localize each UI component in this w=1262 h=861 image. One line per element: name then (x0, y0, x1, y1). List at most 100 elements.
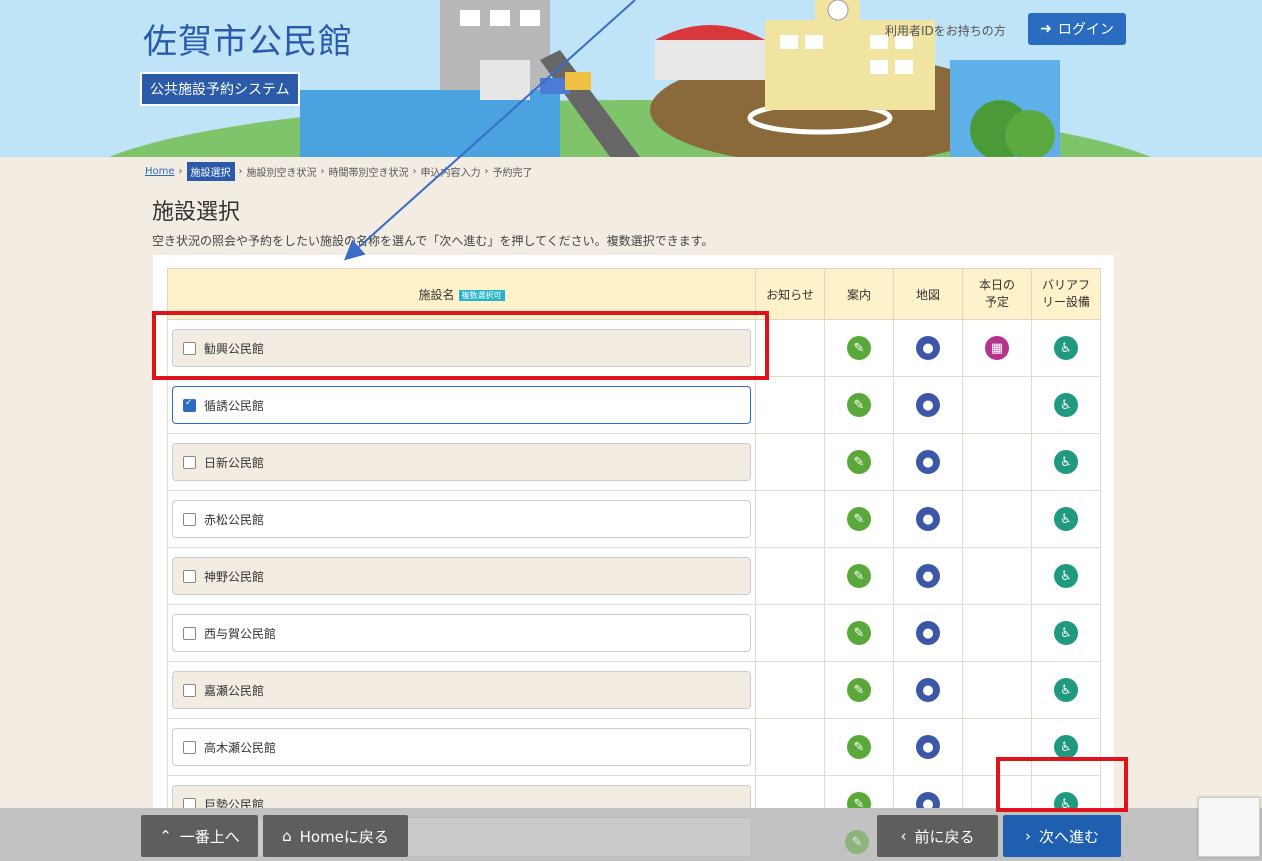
annotation-highlight-barrier-free (996, 757, 1128, 812)
table-row: 西与賀公民館 ✎ ● ♿ (167, 604, 1101, 662)
breadcrumb-step: 時間帯別空き状況 (328, 168, 409, 179)
scroll-top-label: 一番上へ (179, 827, 240, 846)
login-button[interactable]: ➜ ログイン (1028, 13, 1126, 45)
notice-cell (755, 490, 825, 548)
header-guide: 案内 (824, 268, 894, 320)
table-row: 赤松公民館 ✎ ● ♿ (167, 490, 1101, 548)
recaptcha-badge (1198, 797, 1260, 857)
table-row: 嘉瀬公民館 ✎ ● ♿ (167, 661, 1101, 719)
facility-checkbox-row[interactable]: 日新公民館 (172, 443, 751, 481)
home-button[interactable]: ⌂ Homeに戻る (263, 815, 408, 857)
today-cell (962, 376, 1032, 434)
wheelchair-icon[interactable]: ♿ (1054, 735, 1078, 759)
notice-cell (755, 547, 825, 605)
guide-edit-icon[interactable]: ✎ (847, 735, 871, 759)
guide-edit-icon[interactable]: ✎ (847, 336, 871, 360)
faded-guide-icon: ✎ (845, 830, 869, 854)
chevron-left-icon: ‹ (900, 827, 907, 845)
home-label: Homeに戻る (299, 827, 389, 846)
today-cell (962, 433, 1032, 491)
breadcrumb-separator: › (412, 166, 417, 177)
facility-checkbox-row[interactable]: 高木瀬公民館 (172, 728, 751, 766)
page-title: 施設選択 (152, 200, 241, 225)
scroll-top-button[interactable]: ⌃ 一番上へ (141, 815, 258, 857)
wheelchair-icon[interactable]: ♿ (1054, 621, 1078, 645)
guide-edit-icon[interactable]: ✎ (847, 621, 871, 645)
notice-cell (755, 433, 825, 491)
notice-cell (755, 376, 825, 434)
checkbox[interactable] (183, 683, 196, 697)
instructions-text: 空き状況の照会や予約をしたい施設の名称を選んで「次へ進む」を押してください。複数… (152, 234, 714, 248)
facility-name: 循誘公民館 (204, 398, 265, 413)
system-name-badge: 公共施設予約システム (140, 72, 300, 106)
breadcrumb: Home › 施設選択 › 施設別空き状況 › 時間帯別空き状況 › 申込内容入… (145, 162, 533, 181)
breadcrumb-step: 予約完了 (492, 168, 533, 179)
notice-cell (755, 604, 825, 662)
wheelchair-icon[interactable]: ♿ (1054, 507, 1078, 531)
breadcrumb-separator: › (178, 166, 183, 177)
header-today-label: 本日の予定 (978, 278, 1015, 309)
multi-select-badge: 複数選択可 (458, 289, 505, 301)
chevron-right-icon: › (1024, 827, 1031, 845)
facility-checkbox-row[interactable]: 西与賀公民館 (172, 614, 751, 652)
table-row: 高木瀬公民館 ✎ ● ♿ (167, 718, 1101, 776)
guide-edit-icon[interactable]: ✎ (847, 450, 871, 474)
header-barrier-free-label: バリアフリー設備 (1041, 278, 1090, 309)
facility-checkbox-row[interactable]: 嘉瀬公民館 (172, 671, 751, 709)
wheelchair-icon[interactable]: ♿ (1054, 336, 1078, 360)
facility-checkbox-row[interactable]: 神野公民館 (172, 557, 751, 595)
back-button[interactable]: ‹ 前に戻る (877, 815, 998, 857)
wheelchair-icon[interactable]: ♿ (1054, 393, 1078, 417)
wheelchair-icon[interactable]: ♿ (1054, 564, 1078, 588)
map-pin-icon[interactable]: ● (916, 678, 940, 702)
checkbox[interactable] (183, 740, 196, 754)
today-cell (962, 661, 1032, 719)
facility-checkbox-row[interactable]: 赤松公民館 (172, 500, 751, 538)
today-cell (962, 547, 1032, 605)
notice-cell (755, 718, 825, 776)
guide-edit-icon[interactable]: ✎ (847, 678, 871, 702)
guide-edit-icon[interactable]: ✎ (847, 564, 871, 588)
login-prompt: 利用者IDをお持ちの方 (885, 24, 1006, 38)
breadcrumb-separator: › (238, 166, 243, 177)
login-icon: ➜ (1040, 21, 1052, 37)
guide-edit-icon[interactable]: ✎ (847, 507, 871, 531)
breadcrumb-current: 施設選択 (186, 162, 235, 181)
header-today: 本日の予定 (962, 268, 1032, 320)
breadcrumb-separator: › (484, 166, 489, 177)
next-button[interactable]: › 次へ進む (1003, 815, 1121, 857)
map-pin-icon[interactable]: ● (916, 336, 940, 360)
calendar-icon[interactable]: ▦ (985, 336, 1009, 360)
map-pin-icon[interactable]: ● (916, 393, 940, 417)
facility-name: 赤松公民館 (204, 512, 265, 527)
edit-icon: ✎ (845, 830, 869, 854)
breadcrumb-step: 施設別空き状況 (246, 168, 317, 179)
map-pin-icon[interactable]: ● (916, 507, 940, 531)
map-pin-icon[interactable]: ● (916, 621, 940, 645)
next-label: 次へ進む (1038, 827, 1099, 846)
header-map: 地図 (893, 268, 963, 320)
map-pin-icon[interactable]: ● (916, 735, 940, 759)
today-cell (962, 604, 1032, 662)
checkbox[interactable] (183, 569, 196, 583)
wheelchair-icon[interactable]: ♿ (1054, 450, 1078, 474)
back-label: 前に戻る (914, 827, 975, 846)
table-row: 神野公民館 ✎ ● ♿ (167, 547, 1101, 605)
header-name-label: 施設名 (418, 287, 455, 302)
annotation-highlight-facility (152, 311, 769, 380)
checkbox[interactable] (183, 455, 196, 469)
home-icon: ⌂ (282, 827, 292, 845)
wheelchair-icon[interactable]: ♿ (1054, 678, 1078, 702)
site-title: 佐賀市公民館 (143, 22, 353, 62)
header-banner: 佐賀市公民館 公共施設予約システム 利用者IDをお持ちの方 ➜ ログイン (0, 0, 1262, 157)
double-chevron-up-icon: ⌃ (159, 827, 172, 845)
facility-checkbox-row[interactable]: 循誘公民館 (172, 386, 751, 424)
header-barrier-free: バリアフリー設備 (1031, 268, 1101, 320)
map-pin-icon[interactable]: ● (916, 564, 940, 588)
checkbox[interactable] (183, 512, 196, 526)
breadcrumb-home-link[interactable]: Home (145, 166, 175, 177)
checkbox[interactable] (183, 626, 196, 640)
map-pin-icon[interactable]: ● (916, 450, 940, 474)
checkbox-checked[interactable] (183, 398, 196, 412)
guide-edit-icon[interactable]: ✎ (847, 393, 871, 417)
